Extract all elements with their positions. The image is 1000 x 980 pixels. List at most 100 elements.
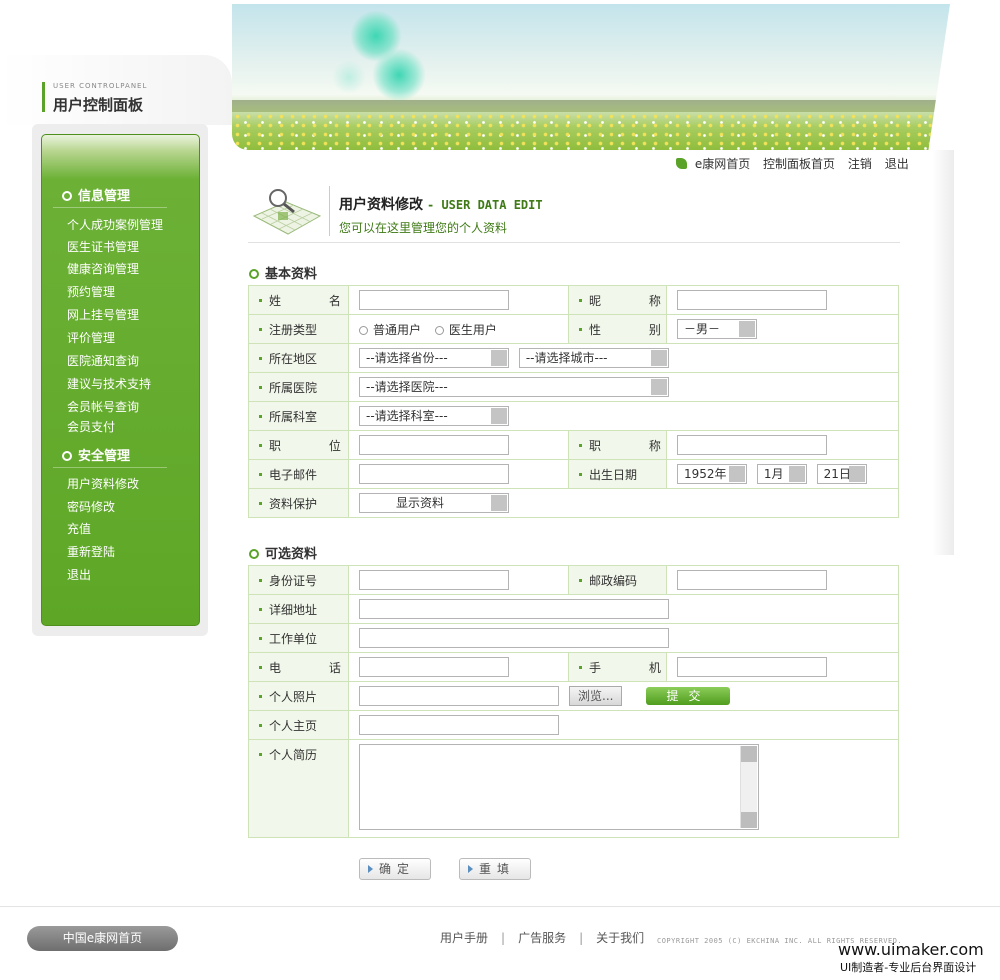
reset-label: 重填 [479,862,516,876]
email-input[interactable] [359,464,509,484]
top-link-logout[interactable]: 注销 [848,157,872,171]
top-link-exit[interactable]: 退出 [885,157,909,171]
mobile-input[interactable] [677,657,827,677]
divider [0,906,1000,907]
divider [329,186,330,236]
sidebar-item-certificates[interactable]: 医生证书管理 [67,238,139,255]
table-row: 身份证号 邮政编码 [248,565,899,595]
scrollbar-down-arrow[interactable] [741,812,757,828]
table-row: 工作单位 [248,623,899,653]
sidebar-item-support[interactable]: 建议与技术支持 [67,375,151,392]
sidebar-section-security: 安全管理 [62,445,130,464]
id-number-input[interactable] [359,570,509,590]
table-row: 电 话 手 机 [248,652,899,682]
zip-code-input[interactable] [677,570,827,590]
table-row: 所属科室 --请选择科室--- [248,401,899,431]
footer-link-manual[interactable]: 用户手册 [440,931,488,945]
sidebar-item-logout[interactable]: 退出 [67,566,91,583]
sidebar-item-registration[interactable]: 网上挂号管理 [67,306,139,323]
department-select[interactable]: --请选择科室--- [359,406,509,426]
sidebar-item-consult[interactable]: 健康咨询管理 [67,260,139,277]
table-row: 资料保护 显示资料 [248,488,899,518]
sidebar-item-reviews[interactable]: 评价管理 [67,329,115,346]
footer-link-about[interactable]: 关于我们 [596,931,644,945]
browse-button[interactable]: 浏览... [569,686,623,706]
hospital-select[interactable]: --请选择医院--- [359,377,669,397]
field-cell [348,430,569,460]
sidebar-item-relogin[interactable]: 重新登陆 [67,543,115,560]
light-bubble [332,60,366,94]
photo-file-input[interactable] [359,686,559,706]
birth-year-select[interactable]: 1952年 [677,464,747,484]
city-select[interactable]: --请选择城市--- [518,348,669,368]
table-row: 所属医院 --请选择医院--- [248,372,899,402]
sidebar-item-payment[interactable]: 会员支付 [67,418,115,435]
page-title-en: - USER DATA EDIT [427,198,543,212]
birth-month-select[interactable]: 1月 [756,464,807,484]
tree-line [232,100,950,112]
confirm-label: 确定 [379,862,416,876]
address-input[interactable] [359,599,669,619]
top-link-control-panel[interactable]: 控制面板首页 [763,157,835,171]
sidebar-section-info: 信息管理 [62,185,130,204]
field-label: 个人简历 [248,739,349,838]
sidebar-item-profile-edit[interactable]: 用户资料修改 [67,475,139,492]
separator: | [501,931,506,945]
workplace-input[interactable] [359,628,669,648]
gender-select[interactable]: －男－ [677,319,757,339]
privacy-select[interactable]: 显示资料 [359,493,509,513]
flower-field [232,112,950,150]
resume-textarea[interactable] [359,744,759,830]
sidebar-item-recharge[interactable]: 充值 [67,520,91,537]
circle-bullet-icon [249,549,259,559]
footer-link-ads[interactable]: 广告服务 [518,931,566,945]
field-cell [348,623,899,653]
field-cell: 1952年 1月 21日 [666,459,899,489]
sidebar-item-password[interactable]: 密码修改 [67,498,115,515]
table-row: 姓 名 昵 称 [248,285,899,315]
radio-doctor-user[interactable] [434,325,444,335]
name-input[interactable] [359,290,509,310]
position-input[interactable] [359,435,509,455]
field-label: 资料保护 [248,488,349,518]
field-cell [348,285,569,315]
watermark-url: www.uimaker.com [838,940,984,959]
field-label: 电 话 [248,652,349,682]
job-title-input[interactable] [677,435,827,455]
field-label: 个人照片 [248,681,349,711]
optional-info-table: 身份证号 邮政编码 详细地址 工作单位 电 话 手 机 个人照片 浏览... 提交… [248,565,899,838]
radio-normal-user[interactable] [359,325,368,335]
radio-label: 医生用户 [448,322,497,337]
field-label: 姓 名 [248,285,349,315]
birth-day-select[interactable]: 21日 [816,464,867,484]
sidebar-item-account[interactable]: 会员帐号查询 [67,398,139,415]
field-label: 出生日期 [568,459,667,489]
field-label: 职 称 [568,430,667,460]
divider [53,467,167,468]
field-cell [348,594,899,624]
sidebar-item-cases[interactable]: 个人成功案例管理 [67,216,163,233]
magnifier-grid-icon [252,189,322,235]
panel-subtitle: USER CONTROLPANEL [53,82,148,90]
field-label: 所属科室 [248,401,349,431]
reset-button[interactable]: 重填 [459,858,531,880]
phone-input[interactable] [359,657,509,677]
homepage-input[interactable] [359,715,559,735]
scrollbar-up-arrow[interactable] [741,746,757,762]
nickname-input[interactable] [677,290,827,310]
footer-home-button[interactable]: 中国e康网首页 [27,926,178,951]
sidebar-item-notices[interactable]: 医院通知查询 [67,352,139,369]
field-cell: --请选择省份--- --请选择城市--- [348,343,899,373]
field-label: 身份证号 [248,565,349,595]
field-cell [666,565,899,595]
field-cell [348,652,569,682]
upload-submit-button[interactable]: 提交 [646,687,731,705]
top-link-home[interactable]: e康网首页 [695,157,750,171]
province-select[interactable]: --请选择省份--- [359,348,509,368]
field-label: 注册类型 [248,314,349,344]
field-cell [348,459,569,489]
table-row: 职 位 职 称 [248,430,899,460]
field-cell [348,565,569,595]
sidebar-item-appointment[interactable]: 预约管理 [67,283,115,300]
confirm-button[interactable]: 确定 [359,858,431,880]
